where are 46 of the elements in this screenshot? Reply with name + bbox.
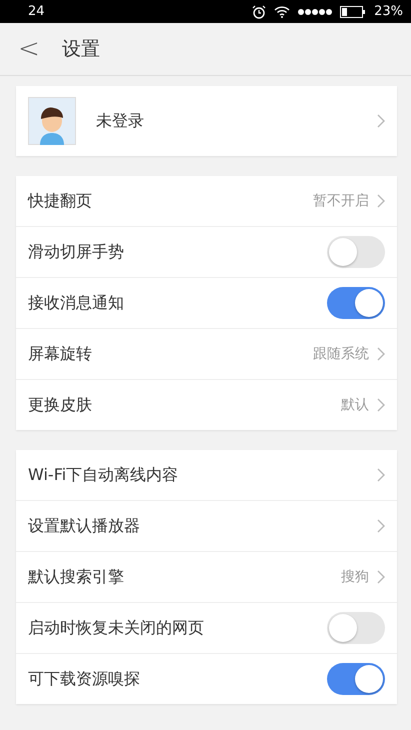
- setting-label: 启动时恢复未关闭的网页: [28, 618, 205, 638]
- settings-row[interactable]: 可下载资源嗅探: [16, 653, 397, 704]
- alarm-icon: [252, 4, 266, 18]
- battery-icon: [340, 6, 366, 18]
- chevron-right-icon: [377, 570, 385, 584]
- setting-label: 快捷翻页: [28, 190, 93, 212]
- back-button[interactable]: <: [18, 34, 40, 64]
- toggle-switch[interactable]: [327, 236, 385, 268]
- settings-row[interactable]: 屏幕旋转 跟随系统: [16, 328, 397, 379]
- account-card[interactable]: 未登录: [16, 86, 397, 156]
- battery-percent: 23%: [374, 4, 403, 19]
- settings-row[interactable]: 快捷翻页 暂不开启: [16, 176, 397, 226]
- chevron-right-icon: [377, 347, 385, 361]
- setting-label: 滑动切屏手势: [28, 242, 125, 262]
- setting-label: 接收消息通知: [28, 292, 125, 314]
- settings-row[interactable]: Wi-Fi下自动离线内容: [16, 450, 397, 500]
- setting-label: 默认搜索引擎: [28, 566, 125, 588]
- signal-icon: [298, 8, 332, 16]
- page-title: 设置: [62, 37, 100, 62]
- settings-row[interactable]: 接收消息通知: [16, 277, 397, 328]
- setting-value: 暂不开启: [313, 192, 369, 210]
- setting-label: 可下载资源嗅探: [28, 668, 141, 690]
- setting-label: 设置默认播放器: [28, 516, 141, 536]
- avatar-icon: [28, 97, 76, 145]
- settings-row[interactable]: 默认搜索引擎 搜狗: [16, 551, 397, 602]
- setting-label: Wi-Fi下自动离线内容: [28, 464, 180, 486]
- settings-row[interactable]: 滑动切屏手势: [16, 226, 397, 277]
- chevron-right-icon: [377, 114, 385, 128]
- settings-row[interactable]: 更换皮肤 默认: [16, 379, 397, 430]
- setting-value: 搜狗: [341, 568, 369, 586]
- chevron-right-icon: [377, 398, 385, 412]
- toggle-switch[interactable]: [327, 287, 385, 319]
- toggle-switch[interactable]: [327, 663, 385, 695]
- settings-row[interactable]: 设置默认播放器: [16, 500, 397, 551]
- setting-value: 默认: [341, 396, 369, 414]
- setting-value: 跟随系统: [313, 345, 369, 363]
- setting-label: 屏幕旋转: [28, 344, 93, 364]
- account-name: 未登录: [96, 110, 145, 132]
- settings-row[interactable]: 启动时恢复未关闭的网页: [16, 602, 397, 653]
- toggle-switch[interactable]: [327, 612, 385, 644]
- status-time: 24: [28, 4, 45, 19]
- wifi-icon: [274, 6, 290, 18]
- setting-label: 更换皮肤: [28, 394, 93, 416]
- chevron-right-icon: [377, 519, 385, 533]
- chevron-right-icon: [377, 194, 385, 208]
- chevron-right-icon: [377, 468, 385, 482]
